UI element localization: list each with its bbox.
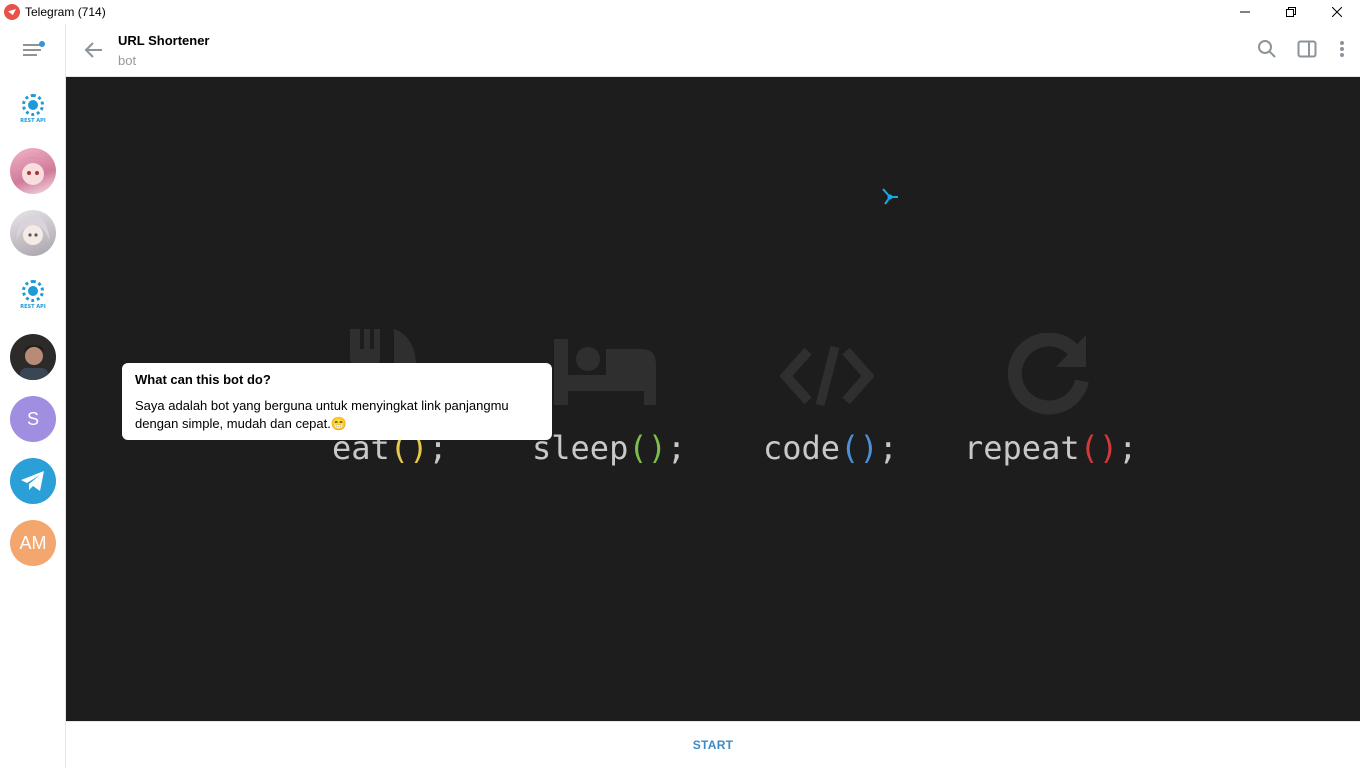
search-icon [1258, 40, 1276, 58]
loading-cursor-icon [882, 188, 898, 205]
motto-parens: () [840, 429, 879, 467]
avatar-initials: S [26, 408, 39, 429]
motto-repeat: repeat(); [964, 429, 1137, 467]
bed-icon [554, 339, 656, 405]
motto-semicolon: ; [1118, 429, 1138, 467]
chat-header: URL Shortener bot [66, 24, 1360, 77]
bot-description: Saya adalah bot yang berguna untuk menyi… [135, 397, 539, 433]
minimize-icon [1240, 11, 1250, 13]
chat-item-initials[interactable]: S [10, 396, 56, 442]
avatar-initials: AM [19, 532, 47, 553]
motto-parens: () [628, 429, 667, 467]
motto-code: code(); [763, 429, 898, 467]
more-menu-button[interactable] [1332, 39, 1352, 59]
code-icon [780, 345, 874, 407]
maximize-button[interactable] [1268, 0, 1314, 24]
chat-footer: START [66, 721, 1360, 768]
bot-info-title: What can this bot do? [135, 372, 271, 387]
motto-word: repeat [964, 429, 1080, 467]
motto-sleep: sleep(); [532, 429, 686, 467]
more-vertical-icon [1340, 41, 1344, 57]
restapi-label: REST API [20, 304, 46, 310]
chat-title[interactable]: URL Shortener [118, 33, 210, 48]
chat-item-avatar[interactable] [10, 334, 56, 380]
window-controls [1222, 0, 1360, 24]
anime-avatar-icon [16, 215, 50, 245]
arrow-left-icon [84, 42, 102, 58]
grin-emoji-icon: 😁 [330, 416, 348, 431]
telegram-logo-icon [4, 4, 20, 20]
gear-icon [22, 280, 44, 302]
unread-dot-icon [39, 41, 45, 47]
window-titlebar: Telegram (714) [0, 0, 1360, 24]
back-button[interactable] [82, 38, 106, 62]
chat-sidebar: REST API REST API S AM [0, 24, 66, 768]
motto-word: code [763, 429, 841, 467]
motto-semicolon: ; [666, 429, 687, 467]
gear-icon [22, 94, 44, 116]
bot-info-card: What can this bot do? Saya adalah bot ya… [122, 363, 552, 440]
close-button[interactable] [1314, 0, 1360, 24]
start-button[interactable]: START [693, 738, 734, 752]
telegram-plane-icon [21, 471, 44, 491]
menu-line [23, 54, 37, 56]
minimize-button[interactable] [1222, 0, 1268, 24]
menu-line [23, 49, 41, 51]
chat-item-telegram[interactable] [10, 458, 56, 504]
chat-item-avatar[interactable] [10, 210, 56, 256]
search-button[interactable] [1257, 39, 1277, 59]
close-icon [1332, 7, 1342, 17]
person-avatar-icon [20, 345, 48, 380]
motto-parens: () [1079, 429, 1119, 467]
sidebar-panel-icon [1297, 40, 1317, 58]
side-panel-button[interactable] [1297, 39, 1317, 59]
restapi-label: REST API [20, 118, 46, 124]
bot-description-line1: Saya adalah bot yang berguna untuk menyi… [135, 398, 509, 413]
bot-description-line2: dengan simple, mudah dan cepat. [135, 416, 331, 431]
chat-item-restapi[interactable]: REST API [10, 272, 56, 318]
chat-item-initials[interactable]: AM [10, 520, 56, 566]
main-menu-button[interactable] [23, 40, 45, 58]
anime-avatar-icon [18, 157, 48, 185]
chat-item-avatar[interactable] [10, 148, 56, 194]
repeat-icon [1007, 333, 1089, 415]
motto-semicolon: ; [878, 429, 898, 467]
restore-icon [1286, 7, 1296, 17]
chat-item-restapi[interactable]: REST API [10, 86, 56, 132]
window-title: Telegram (714) [25, 5, 106, 19]
chat-subtitle: bot [118, 53, 137, 68]
